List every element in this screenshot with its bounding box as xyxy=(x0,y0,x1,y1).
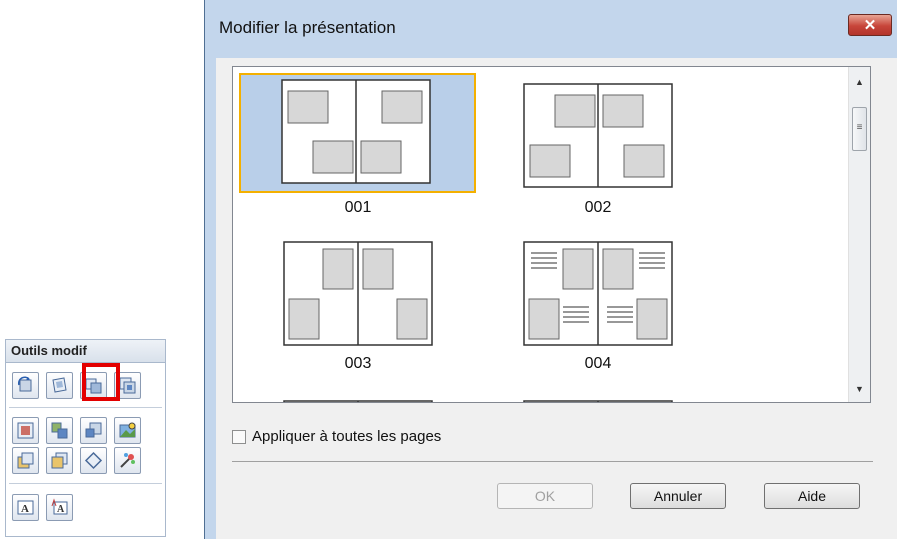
add-text-icon: A xyxy=(17,500,34,515)
effects-icon xyxy=(120,453,135,468)
layout-thumb-002[interactable] xyxy=(523,83,673,188)
layout-list[interactable]: 001 002 003 004 ▲ ≡ ▼ xyxy=(232,66,871,403)
palette-title: Outils modif xyxy=(6,340,165,363)
dialog-title: Modifier la présentation xyxy=(219,18,396,37)
palette-row-1 xyxy=(12,372,141,399)
scroll-down-arrow-icon[interactable]: ▼ xyxy=(849,380,870,398)
palette-divider xyxy=(9,483,162,484)
layout-002-preview xyxy=(523,83,673,188)
effects-button[interactable] xyxy=(114,447,141,474)
highlight-frame xyxy=(82,363,120,401)
move-image-icon xyxy=(85,422,102,438)
modify-layout-dialog: Modifier la présentation ✕ 001 002 003 0… xyxy=(204,0,897,539)
layout-label-001: 001 xyxy=(344,199,372,216)
swap-images-icon xyxy=(51,422,68,439)
image-correction-button[interactable] xyxy=(114,417,141,444)
edit-text-button[interactable]: A xyxy=(46,494,73,521)
move-image-button[interactable] xyxy=(80,417,107,444)
scrollbar-thumb[interactable]: ≡ xyxy=(852,107,867,151)
dialog-client-area: 001 002 003 004 ▲ ≡ ▼ Appliquer à toutes… xyxy=(216,58,897,539)
help-button[interactable]: Aide xyxy=(764,483,860,509)
svg-text:A: A xyxy=(57,504,65,515)
crop-button[interactable] xyxy=(80,447,107,474)
swap-images-button[interactable] xyxy=(46,417,73,444)
layout-thumb-003[interactable] xyxy=(283,241,433,346)
flip-button[interactable] xyxy=(46,372,73,399)
crop-icon xyxy=(84,451,103,470)
change-background-icon xyxy=(119,377,136,394)
cancel-button[interactable]: Annuler xyxy=(630,483,726,509)
rotate-button[interactable] xyxy=(12,372,39,399)
add-image-button[interactable] xyxy=(12,417,39,444)
layout-label-004: 004 xyxy=(584,355,612,372)
vertical-scrollbar[interactable]: ▲ ≡ ▼ xyxy=(848,67,870,402)
dialog-titlebar[interactable]: Modifier la présentation ✕ xyxy=(205,0,897,58)
palette-row-4: A A xyxy=(12,494,73,521)
palette-divider xyxy=(9,407,162,408)
layout-005-preview xyxy=(283,400,433,402)
layout-thumb-001[interactable] xyxy=(239,73,476,193)
edit-text-icon: A xyxy=(51,498,68,515)
image-correction-icon xyxy=(119,422,136,438)
bring-forward-icon xyxy=(51,452,68,469)
svg-text:A: A xyxy=(21,503,29,515)
layout-004-preview xyxy=(523,241,673,346)
add-image-icon xyxy=(17,422,34,439)
ok-button[interactable]: OK xyxy=(497,483,593,509)
layout-thumb-004[interactable] xyxy=(523,241,673,346)
close-button[interactable]: ✕ xyxy=(848,14,892,36)
flip-icon xyxy=(52,377,67,393)
apply-all-label[interactable]: Appliquer à toutes les pages xyxy=(252,428,441,445)
apply-all-option[interactable]: Appliquer à toutes les pages xyxy=(232,428,441,445)
add-text-button[interactable]: A xyxy=(12,494,39,521)
layout-label-002: 002 xyxy=(584,199,612,216)
send-backward-icon xyxy=(17,452,34,469)
close-icon: ✕ xyxy=(863,17,877,34)
scroll-up-arrow-icon[interactable]: ▲ xyxy=(849,73,870,91)
layout-label-003: 003 xyxy=(344,355,372,372)
layout-thumb-005[interactable] xyxy=(283,397,433,402)
send-backward-button[interactable] xyxy=(12,447,39,474)
apply-all-checkbox[interactable] xyxy=(232,429,246,444)
layout-001-preview xyxy=(281,79,431,184)
palette-row-2 xyxy=(12,417,141,444)
layout-006-preview xyxy=(523,400,673,402)
palette-row-3 xyxy=(12,447,141,474)
rotate-icon xyxy=(17,376,32,392)
layout-thumb-006[interactable] xyxy=(523,397,673,402)
dialog-separator xyxy=(232,461,873,462)
bring-forward-button[interactable] xyxy=(46,447,73,474)
layout-003-preview xyxy=(283,241,433,346)
